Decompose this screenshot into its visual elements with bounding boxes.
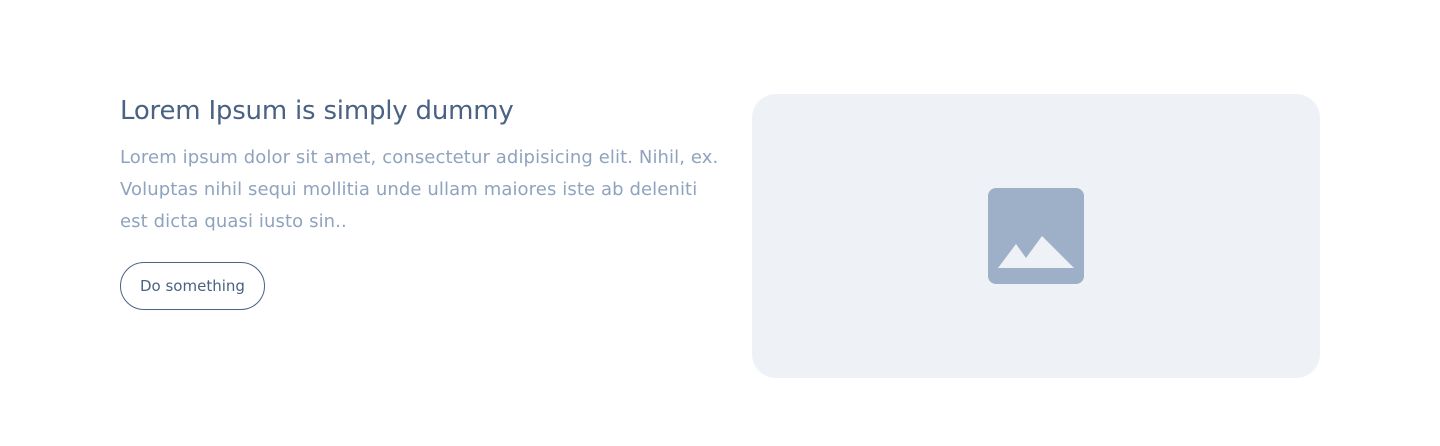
image-placeholder-icon (988, 188, 1084, 284)
do-something-button[interactable]: Do something (120, 262, 265, 310)
text-column: Lorem Ipsum is simply dummy Lorem ipsum … (120, 94, 728, 310)
section-description: Lorem ipsum dolor sit amet, consectetur … (120, 147, 719, 232)
section-heading: Lorem Ipsum is simply dummy (120, 96, 514, 126)
image-placeholder (752, 94, 1320, 378)
content-section: Lorem Ipsum is simply dummy Lorem ipsum … (0, 0, 1440, 446)
